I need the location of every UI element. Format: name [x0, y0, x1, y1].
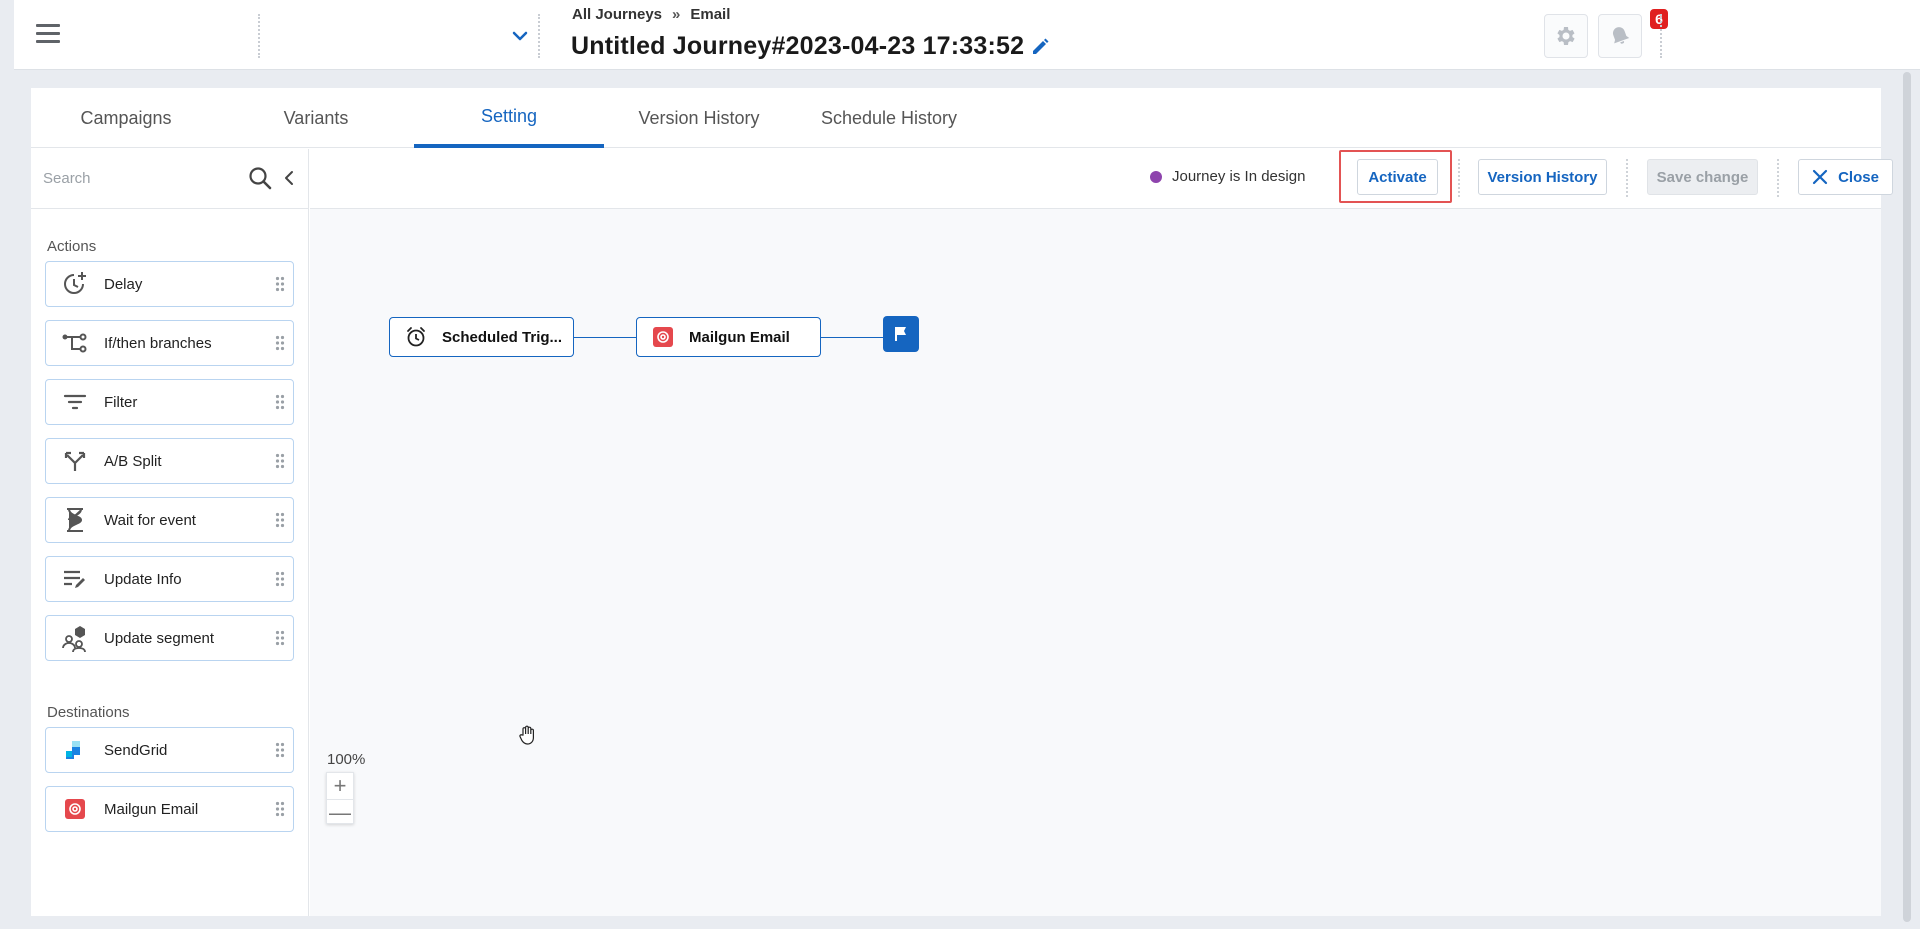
sendgrid-icon [46, 727, 104, 773]
action-item-ab-split[interactable]: A/B Split [45, 438, 294, 484]
journey-canvas[interactable]: Journey is In design Activate Version Hi… [310, 149, 1893, 916]
flow-node-scheduled-trigger[interactable]: Scheduled Trig... [389, 317, 574, 357]
bell-icon [1612, 27, 1630, 44]
destination-item-label: Mailgun Email [104, 800, 199, 818]
page-title: Untitled Journey#2023-04-23 17:33:52 [571, 32, 1025, 60]
zoom-controls: + — [326, 772, 354, 825]
filter-icon [46, 379, 104, 425]
breadcrumb-email[interactable]: Email [690, 6, 730, 23]
drag-handle-icon[interactable] [267, 320, 293, 366]
action-item-if-then-branches[interactable]: If/then branches [45, 320, 294, 366]
close-label: Close [1838, 168, 1879, 186]
divider [1458, 159, 1460, 197]
divider [1777, 159, 1779, 197]
vertical-scrollbar[interactable] [1900, 70, 1914, 929]
destination-item-mailgun-email[interactable]: Mailgun Email [45, 786, 294, 832]
action-item-label: Update segment [104, 629, 215, 647]
drag-handle-icon[interactable] [267, 615, 293, 661]
journey-status: Journey is In design [1150, 168, 1305, 185]
tab-bar: Campaigns Variants Setting Version Histo… [31, 88, 1881, 148]
tab-setting[interactable]: Setting [414, 88, 604, 148]
action-item-filter[interactable]: Filter [45, 379, 294, 425]
settings-button[interactable] [1544, 14, 1588, 58]
action-item-label: A/B Split [104, 452, 162, 470]
tab-variants[interactable]: Variants [221, 88, 411, 148]
notifications-button[interactable] [1598, 14, 1642, 58]
hourglass-icon [46, 497, 104, 543]
drag-handle-icon[interactable] [267, 497, 293, 543]
drag-handle-icon[interactable] [267, 379, 293, 425]
delay-clock-icon [46, 261, 104, 307]
breadcrumb-all-journeys[interactable]: All Journeys [572, 6, 662, 23]
version-history-button[interactable]: Version History [1478, 159, 1607, 195]
action-item-wait-for-event[interactable]: Wait for event [45, 497, 294, 543]
notification-count-badge: 6 [1650, 9, 1668, 29]
breadcrumb: All Journeys » Email [572, 6, 730, 23]
segment-icon [46, 615, 104, 661]
status-dot [1150, 170, 1162, 183]
flow-connector [574, 337, 636, 338]
flow-node-mailgun-email[interactable]: Mailgun Email [636, 317, 821, 357]
flag-icon [895, 327, 906, 341]
journey-panel: Campaigns Variants Setting Version Histo… [31, 88, 1893, 916]
flow-node-label: Scheduled Trig... [442, 328, 563, 346]
save-change-button[interactable]: Save change [1647, 159, 1758, 195]
drag-handle-icon[interactable] [267, 727, 293, 773]
flow-end-node[interactable] [883, 316, 919, 352]
split-icon [46, 438, 104, 484]
canvas-toolbar: Journey is In design Activate Version Hi… [310, 149, 1893, 209]
action-item-update-segment[interactable]: Update segment [45, 615, 294, 661]
hand-cursor-icon [516, 724, 538, 746]
drag-handle-icon[interactable] [267, 438, 293, 484]
edit-list-icon [46, 556, 104, 602]
flow-connector [821, 337, 883, 338]
sidebar-search [31, 149, 309, 209]
action-item-label: If/then branches [104, 334, 212, 352]
activate-button[interactable]: Activate [1357, 159, 1438, 195]
tab-version-history[interactable]: Version History [604, 88, 794, 148]
top-bar: All Journeys » Email Untitled Journey#20… [14, 0, 1920, 70]
drag-handle-icon[interactable] [267, 786, 293, 832]
actions-section-title: Actions [47, 238, 97, 255]
tab-campaigns[interactable]: Campaigns [31, 88, 221, 148]
zoom-out-button[interactable]: — [327, 799, 353, 825]
divider [1660, 14, 1662, 58]
action-item-label: Delay [104, 275, 143, 293]
zoom-level: 100% [327, 751, 366, 768]
scrollbar-thumb[interactable] [1903, 72, 1911, 922]
chevron-down-icon[interactable] [502, 22, 538, 50]
divider [258, 14, 260, 58]
action-item-label: Update Info [104, 570, 182, 588]
close-button[interactable]: Close [1798, 159, 1893, 195]
destination-item-sendgrid[interactable]: SendGrid [45, 727, 294, 773]
mailgun-icon [637, 327, 689, 347]
hamburger-menu-icon[interactable] [36, 18, 66, 48]
mailgun-icon [46, 786, 104, 832]
flow-node-label: Mailgun Email [689, 328, 790, 346]
destination-item-label: SendGrid [104, 741, 168, 759]
tab-schedule-history[interactable]: Schedule History [794, 88, 984, 148]
action-item-label: Wait for event [104, 511, 196, 529]
breadcrumb-separator: » [672, 6, 681, 23]
chevron-left-icon[interactable] [281, 169, 297, 187]
search-icon[interactable] [247, 165, 273, 191]
drag-handle-icon[interactable] [267, 261, 293, 307]
divider [538, 14, 540, 58]
action-item-label: Filter [104, 393, 138, 411]
action-item-delay[interactable]: Delay [45, 261, 294, 307]
actions-sidebar: Actions Delay If/then branches Filter [31, 149, 309, 916]
action-item-update-info[interactable]: Update Info [45, 556, 294, 602]
gear-icon [1557, 27, 1575, 45]
status-text: Journey is In design [1172, 168, 1306, 185]
branch-icon [46, 320, 104, 366]
search-input[interactable] [43, 163, 233, 193]
zoom-in-button[interactable]: + [327, 773, 353, 799]
destinations-section-title: Destinations [47, 704, 130, 721]
pencil-edit-icon[interactable] [1029, 36, 1051, 58]
drag-handle-icon[interactable] [267, 556, 293, 602]
alarm-clock-icon [390, 326, 442, 348]
close-icon [1812, 169, 1828, 185]
divider [1626, 159, 1628, 197]
